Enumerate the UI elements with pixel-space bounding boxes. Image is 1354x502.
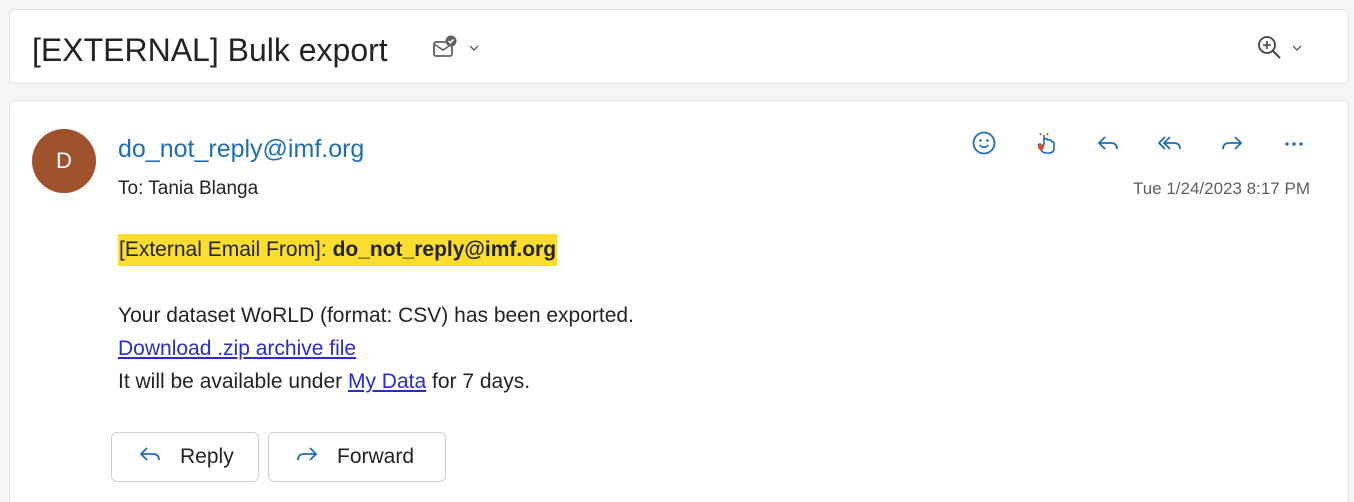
timestamp: Tue 1/24/2023 8:17 PM bbox=[1132, 179, 1310, 198]
my-data-link[interactable]: My Data bbox=[348, 370, 426, 393]
external-banner: [External Email From]: do_not_reply@imf.… bbox=[118, 233, 1218, 266]
download-zip-link[interactable]: Download .zip archive file bbox=[118, 337, 356, 360]
forward-icon bbox=[1218, 129, 1246, 157]
avatar[interactable]: D bbox=[32, 129, 96, 193]
recipient-name[interactable]: Tania Blanga bbox=[148, 178, 258, 199]
subject-title: [EXTERNAL] Bulk export bbox=[32, 32, 388, 68]
message-options-button[interactable] bbox=[430, 32, 500, 68]
mail-flag-icon bbox=[430, 33, 460, 68]
body-line-1: Your dataset WoRLD (format: CSV) has bee… bbox=[118, 304, 634, 327]
to-label: To: bbox=[118, 178, 144, 199]
subject-bar: [EXTERNAL] Bulk export bbox=[9, 9, 1349, 84]
reply-action-button[interactable] bbox=[1084, 125, 1132, 161]
external-warning-highlight: [External Email From]: do_not_reply@imf.… bbox=[118, 234, 558, 266]
banner-sender: do_not_reply@imf.org bbox=[332, 238, 557, 261]
chevron-down-icon bbox=[1291, 41, 1303, 59]
emoji-reaction-button[interactable] bbox=[960, 125, 1008, 161]
reply-all-icon bbox=[1156, 129, 1184, 157]
reply-all-action-button[interactable] bbox=[1146, 125, 1194, 161]
more-actions-button[interactable] bbox=[1270, 125, 1318, 161]
reply-button-label: Reply bbox=[180, 445, 234, 468]
reply-button[interactable]: Reply bbox=[111, 432, 259, 482]
forward-button-label: Forward bbox=[337, 445, 415, 468]
zoom-button[interactable] bbox=[1255, 32, 1325, 68]
availability-text-before: It will be available under bbox=[118, 370, 343, 393]
reply-buttons: Reply Forward bbox=[111, 432, 446, 482]
body-line-3: It will be available under My Data for 7… bbox=[118, 365, 1218, 398]
message-card: D do_not_reply@imf.org To: Tania Blanga … bbox=[9, 100, 1349, 502]
recipient-row: To: Tania Blanga bbox=[118, 177, 258, 201]
forward-action-button[interactable] bbox=[1208, 125, 1256, 161]
smiley-icon bbox=[970, 129, 998, 157]
more-icon bbox=[1280, 129, 1308, 157]
sender-link[interactable]: do_not_reply@imf.org bbox=[118, 133, 364, 165]
immersive-reader-button[interactable] bbox=[1022, 125, 1070, 161]
touch-icon bbox=[1032, 129, 1060, 157]
reply-icon bbox=[1094, 129, 1122, 157]
forward-icon bbox=[293, 440, 321, 474]
reply-icon bbox=[136, 440, 164, 474]
banner-prefix: [External Email From]: bbox=[119, 238, 327, 261]
body-line-2: Download .zip archive file bbox=[118, 332, 1218, 365]
availability-text-after: for 7 days. bbox=[432, 370, 531, 393]
chevron-down-icon bbox=[468, 41, 480, 59]
message-body: [External Email From]: do_not_reply@imf.… bbox=[118, 233, 1218, 398]
message-actions bbox=[960, 125, 1318, 161]
zoom-icon bbox=[1255, 33, 1285, 68]
email-reading-pane: [EXTERNAL] Bulk export D do_not_reply@im… bbox=[0, 0, 1354, 502]
forward-button[interactable]: Forward bbox=[268, 432, 446, 482]
